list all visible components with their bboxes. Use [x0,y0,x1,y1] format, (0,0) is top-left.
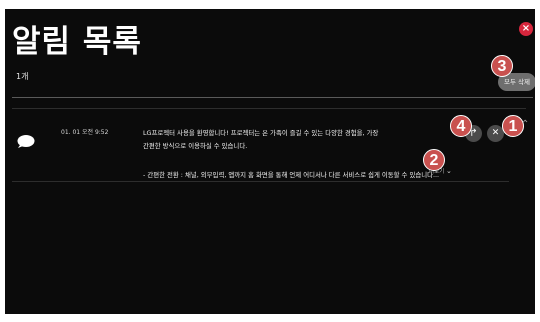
chevron-down-icon: ⌄ [445,167,452,175]
message-line: 간편한 방식으로 이용하실 수 있습니다. [143,142,248,150]
callout-badge-3: 3 [491,55,513,77]
header-divider [12,97,533,98]
message-bubble-icon [17,135,35,148]
callout-badge-1: 1 [502,115,524,137]
close-button[interactable]: × [519,22,533,36]
list-row-divider [12,181,509,182]
list-top-divider [12,108,526,109]
message-line: LG프로젝터 사용을 환영합니다! 프로젝터는 온 가족이 즐길 수 있는 다양… [143,129,379,137]
notification-timestamp: 01. 01 오전 9:52 [61,129,109,136]
close-icon: × [521,23,531,34]
notification-screen: 알림 목록 1개 × 모두 삭제 01. 01 오전 9:52 LG프로젝터 사… [5,9,535,314]
notification-message: LG프로젝터 사용을 환영합니다! 프로젝터는 온 가족이 즐길 수 있는 다양… [143,127,439,182]
callout-badge-2: 2 [423,149,445,171]
callout-badge-4: 4 [450,115,472,137]
notification-count: 1개 [16,72,29,81]
page-title: 알림 목록 [12,24,142,60]
remove-icon: ✕ [491,128,500,138]
